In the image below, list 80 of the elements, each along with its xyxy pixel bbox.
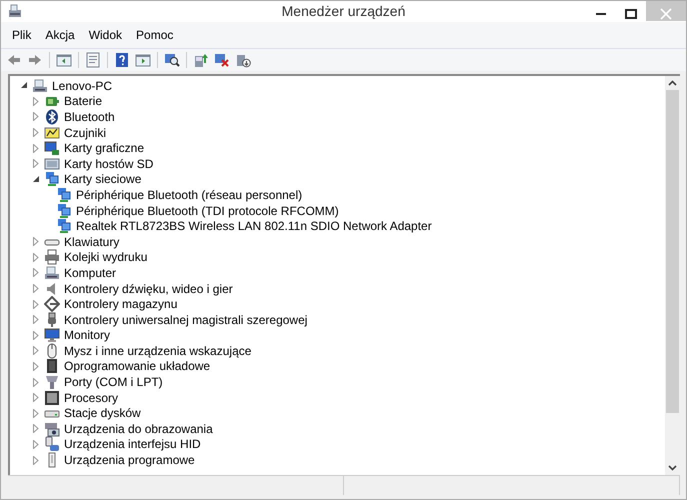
network-icon bbox=[56, 186, 72, 203]
expand-arrow[interactable] bbox=[33, 128, 39, 138]
chevron-down-icon bbox=[668, 465, 677, 471]
tree-item[interactable]: Périphérique Bluetooth (TDI protocole RFCOMM) bbox=[75, 204, 340, 218]
computer-icon bbox=[32, 78, 48, 94]
sensor-icon bbox=[44, 124, 60, 141]
expand-arrow[interactable] bbox=[33, 96, 39, 106]
tree-item[interactable]: Kolejki wydruku bbox=[63, 250, 148, 264]
tree-item[interactable]: Baterie bbox=[63, 94, 104, 108]
network-icon bbox=[56, 202, 72, 219]
maximize-icon bbox=[625, 9, 637, 19]
expand-arrow[interactable] bbox=[33, 440, 39, 449]
window-title: Menedżer urządzeń bbox=[282, 2, 406, 21]
expand-arrow[interactable] bbox=[33, 393, 39, 402]
chip-icon bbox=[44, 358, 60, 374]
camera-icon bbox=[44, 420, 60, 437]
tree-item[interactable]: Périphérique Bluetooth (réseau personnel) bbox=[75, 188, 304, 202]
minimize-icon bbox=[596, 13, 606, 15]
expand-arrow[interactable] bbox=[33, 378, 39, 387]
expand-arrow[interactable] bbox=[33, 330, 39, 340]
processor-icon bbox=[44, 390, 60, 406]
tree-item[interactable]: Stacje dysków bbox=[63, 406, 142, 420]
help-icon[interactable] bbox=[113, 51, 131, 69]
scan-hardware-icon[interactable] bbox=[163, 51, 181, 69]
tree-item[interactable]: Kontrolery magazynu bbox=[63, 297, 178, 312]
uninstall-icon[interactable] bbox=[213, 51, 231, 69]
scrollbar-thumb[interactable] bbox=[666, 90, 679, 413]
expand-arrow[interactable] bbox=[33, 315, 39, 324]
bluetooth-icon bbox=[44, 108, 60, 125]
storage-controller-icon bbox=[44, 296, 60, 312]
tree-item[interactable]: Lenovo-PC bbox=[51, 78, 114, 93]
tree-item[interactable]: Monitory bbox=[63, 328, 112, 342]
expand-arrow[interactable] bbox=[33, 346, 39, 356]
tree-item[interactable]: Urządzenia do obrazowania bbox=[63, 422, 214, 436]
expand-arrow[interactable] bbox=[33, 300, 39, 309]
tree-item[interactable]: Urządzenia interfejsu HID bbox=[63, 437, 202, 452]
hid-device-icon bbox=[44, 436, 60, 452]
tree-item[interactable]: Mysz i inne urządzenia wskazujące bbox=[63, 344, 252, 358]
expand-arrow[interactable] bbox=[33, 456, 39, 465]
port-icon bbox=[44, 374, 60, 390]
printer-icon bbox=[44, 249, 60, 266]
tree-item[interactable]: Klawiatury bbox=[63, 234, 120, 249]
network-icon bbox=[44, 171, 60, 188]
tree-item[interactable]: Procesory bbox=[63, 390, 120, 405]
menu-item[interactable]: Pomoc bbox=[129, 24, 180, 46]
expand-arrow[interactable] bbox=[33, 252, 39, 262]
expand-arrow[interactable] bbox=[33, 284, 39, 294]
menu-item[interactable]: Plik bbox=[5, 24, 38, 46]
tree-item[interactable]: Karty graficzne bbox=[63, 141, 146, 156]
tree-item[interactable]: Kontrolery uniwersalnej magistrali szeregowej bbox=[63, 312, 308, 327]
tree-item[interactable]: Bluetooth bbox=[63, 110, 116, 124]
collapse-arrow[interactable] bbox=[32, 176, 40, 183]
display-adapter-icon bbox=[44, 140, 60, 156]
network-icon bbox=[56, 218, 72, 234]
computer-icon bbox=[44, 264, 60, 281]
tree-item[interactable]: Kontrolery dźwięku, wideo i gier bbox=[63, 282, 234, 296]
expand-arrow[interactable] bbox=[33, 159, 39, 168]
expand-arrow[interactable] bbox=[33, 268, 39, 278]
menu-item[interactable]: Akcja bbox=[38, 24, 82, 46]
tree-item[interactable]: Karty hostów SD bbox=[63, 156, 154, 171]
expand-arrow[interactable] bbox=[33, 408, 39, 418]
expand-arrow[interactable] bbox=[33, 144, 39, 153]
monitor-icon bbox=[44, 327, 60, 344]
tree-item[interactable]: Porty (COM i LPT) bbox=[63, 375, 164, 390]
properties-icon[interactable] bbox=[84, 51, 102, 69]
tree-item[interactable]: Realtek RTL8723BS Wireless LAN 802.11n SDIO Network Adapter bbox=[75, 219, 433, 234]
tree-item[interactable]: Komputer bbox=[63, 266, 118, 280]
app-icon bbox=[7, 4, 23, 20]
collapse-arrow[interactable] bbox=[20, 82, 28, 90]
menu-item[interactable]: Widok bbox=[82, 24, 130, 46]
expand-arrow[interactable] bbox=[33, 237, 39, 246]
expand-arrow[interactable] bbox=[33, 362, 39, 371]
tree-item[interactable]: Czujniki bbox=[63, 126, 108, 140]
card-reader-icon bbox=[44, 156, 60, 172]
expand-arrow[interactable] bbox=[33, 112, 39, 122]
expand-arrow[interactable] bbox=[33, 424, 39, 434]
tree-item[interactable]: Karty sieciowe bbox=[63, 172, 142, 186]
tree-item[interactable]: Oprogramowanie układowe bbox=[63, 359, 212, 374]
tree-item[interactable]: Urządzenia programowe bbox=[63, 453, 196, 468]
chevron-up-icon bbox=[668, 80, 677, 86]
